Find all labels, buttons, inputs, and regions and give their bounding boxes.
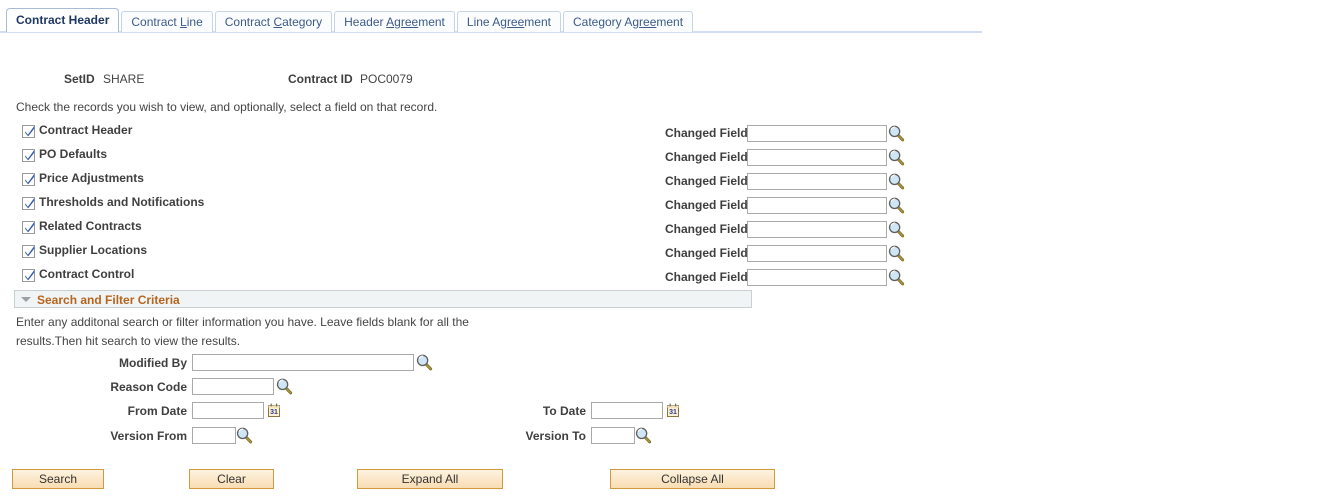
from-date-row: From Date 31 xyxy=(0,402,320,422)
contract-id-label: Contract ID xyxy=(288,72,353,86)
changed-field-label: Changed Field xyxy=(665,222,748,236)
changed-field-input[interactable] xyxy=(747,125,887,142)
reason-code-input[interactable] xyxy=(192,378,274,395)
from-date-input[interactable] xyxy=(192,402,264,419)
changed-field-input[interactable] xyxy=(747,197,887,214)
tab-bar: Contract Header Contract Line Contract C… xyxy=(0,8,982,33)
setid-label: SetID xyxy=(64,72,95,86)
version-from-input[interactable] xyxy=(192,427,236,444)
triangle-down-icon[interactable] xyxy=(21,297,31,302)
to-date-row: To Date 31 xyxy=(500,402,760,422)
magnifier-icon[interactable] xyxy=(888,245,905,262)
search-filter-description-line2: results.Then hit search to view the resu… xyxy=(16,334,241,348)
changed-field-input[interactable] xyxy=(747,149,887,166)
record-checkbox[interactable] xyxy=(22,221,35,234)
search-filter-criteria-title: Search and Filter Criteria xyxy=(37,293,180,307)
to-date-label: To Date xyxy=(542,404,586,418)
record-row: Price Adjustments Changed Field xyxy=(0,170,960,194)
magnifier-icon[interactable] xyxy=(888,149,905,166)
changed-field-label: Changed Field xyxy=(665,270,748,284)
tab-contract-line[interactable]: Contract Line xyxy=(121,11,213,32)
record-label: Related Contracts xyxy=(39,219,142,233)
to-date-input[interactable] xyxy=(591,402,663,419)
magnifier-icon[interactable] xyxy=(236,427,253,444)
magnifier-icon[interactable] xyxy=(416,354,433,371)
version-from-label: Version From xyxy=(110,429,187,443)
magnifier-icon[interactable] xyxy=(888,173,905,190)
collapse-all-button[interactable]: Collapse All xyxy=(610,469,775,489)
svg-text:31: 31 xyxy=(669,409,677,416)
contract-identity-row: SetID SHARE Contract ID POC0079 xyxy=(0,72,1000,88)
record-row: Supplier Locations Changed Field xyxy=(0,242,960,266)
changed-field-label: Changed Field xyxy=(665,150,748,164)
version-from-row: Version From xyxy=(0,427,320,447)
from-date-label: From Date xyxy=(127,404,187,418)
changed-field-input[interactable] xyxy=(747,245,887,262)
tab-label: Contract Header xyxy=(16,13,110,27)
record-label: Thresholds and Notifications xyxy=(39,195,205,209)
record-row: Contract Header Changed Field xyxy=(0,122,960,146)
tab-header-agreement[interactable]: Header Agreement xyxy=(334,11,455,32)
record-label: PO Defaults xyxy=(39,147,108,161)
modified-by-input[interactable] xyxy=(192,354,414,371)
calendar-icon[interactable]: 31 xyxy=(665,402,682,419)
record-row: Thresholds and Notifications Changed Fiel… xyxy=(0,194,960,218)
calendar-icon[interactable]: 31 xyxy=(266,402,283,419)
reason-code-row: Reason Code xyxy=(0,378,320,398)
tab-contract-category[interactable]: Contract Category xyxy=(214,11,333,32)
tab-list: Contract Header Contract Line Contract C… xyxy=(6,8,694,32)
reason-code-label: Reason Code xyxy=(110,380,187,394)
changed-field-label: Changed Field xyxy=(665,126,748,140)
magnifier-icon[interactable] xyxy=(888,269,905,286)
changed-field-label: Changed Field xyxy=(665,198,748,212)
magnifier-icon[interactable] xyxy=(888,125,905,142)
magnifier-icon[interactable] xyxy=(888,197,905,214)
changed-field-label: Changed Field xyxy=(665,174,748,188)
search-filter-description-line1: Enter any additonal search or filter inf… xyxy=(16,315,469,329)
search-filter-criteria-header[interactable]: Search and Filter Criteria xyxy=(14,290,752,308)
record-checkbox[interactable] xyxy=(22,125,35,138)
record-checkbox[interactable] xyxy=(22,269,35,282)
tab-category-agreement[interactable]: Category Agreement xyxy=(562,11,694,32)
tab-line-agreement[interactable]: Line Agreement xyxy=(456,11,561,32)
setid-value: SHARE xyxy=(103,72,145,86)
record-row: Contract Control Changed Field xyxy=(0,266,960,290)
record-checkbox[interactable] xyxy=(22,149,35,162)
version-to-input[interactable] xyxy=(591,427,635,444)
changed-field-input[interactable] xyxy=(747,269,887,286)
record-label: Contract Header xyxy=(39,123,133,137)
magnifier-icon[interactable] xyxy=(888,221,905,238)
version-to-row: Version To xyxy=(500,427,760,447)
record-row: Related Contracts Changed Field xyxy=(0,218,960,242)
record-selection-list: Contract Header Changed Field PO Defaults C… xyxy=(0,122,960,290)
changed-field-label: Changed Field xyxy=(665,246,748,260)
contract-id-value: POC0079 xyxy=(360,72,413,86)
changed-field-input[interactable] xyxy=(747,221,887,238)
tab-contract-header[interactable]: Contract Header xyxy=(6,8,120,32)
modified-by-label: Modified By xyxy=(119,356,187,370)
record-checkbox[interactable] xyxy=(22,245,35,258)
version-to-label: Version To xyxy=(525,429,586,443)
expand-all-button[interactable]: Expand All xyxy=(357,469,503,489)
search-button[interactable]: Search xyxy=(12,469,104,489)
changed-field-input[interactable] xyxy=(747,173,887,190)
record-label: Contract Control xyxy=(39,267,135,281)
instruction-text: Check the records you wish to view, and … xyxy=(16,100,438,114)
svg-text:31: 31 xyxy=(270,409,278,416)
record-label: Price Adjustments xyxy=(39,171,144,185)
magnifier-icon[interactable] xyxy=(276,378,293,395)
record-row: PO Defaults Changed Field xyxy=(0,146,960,170)
record-checkbox[interactable] xyxy=(22,173,35,186)
clear-button[interactable]: Clear xyxy=(189,469,274,489)
record-checkbox[interactable] xyxy=(22,197,35,210)
record-label: Supplier Locations xyxy=(39,243,148,257)
modified-by-row: Modified By xyxy=(0,354,460,374)
magnifier-icon[interactable] xyxy=(635,427,652,444)
